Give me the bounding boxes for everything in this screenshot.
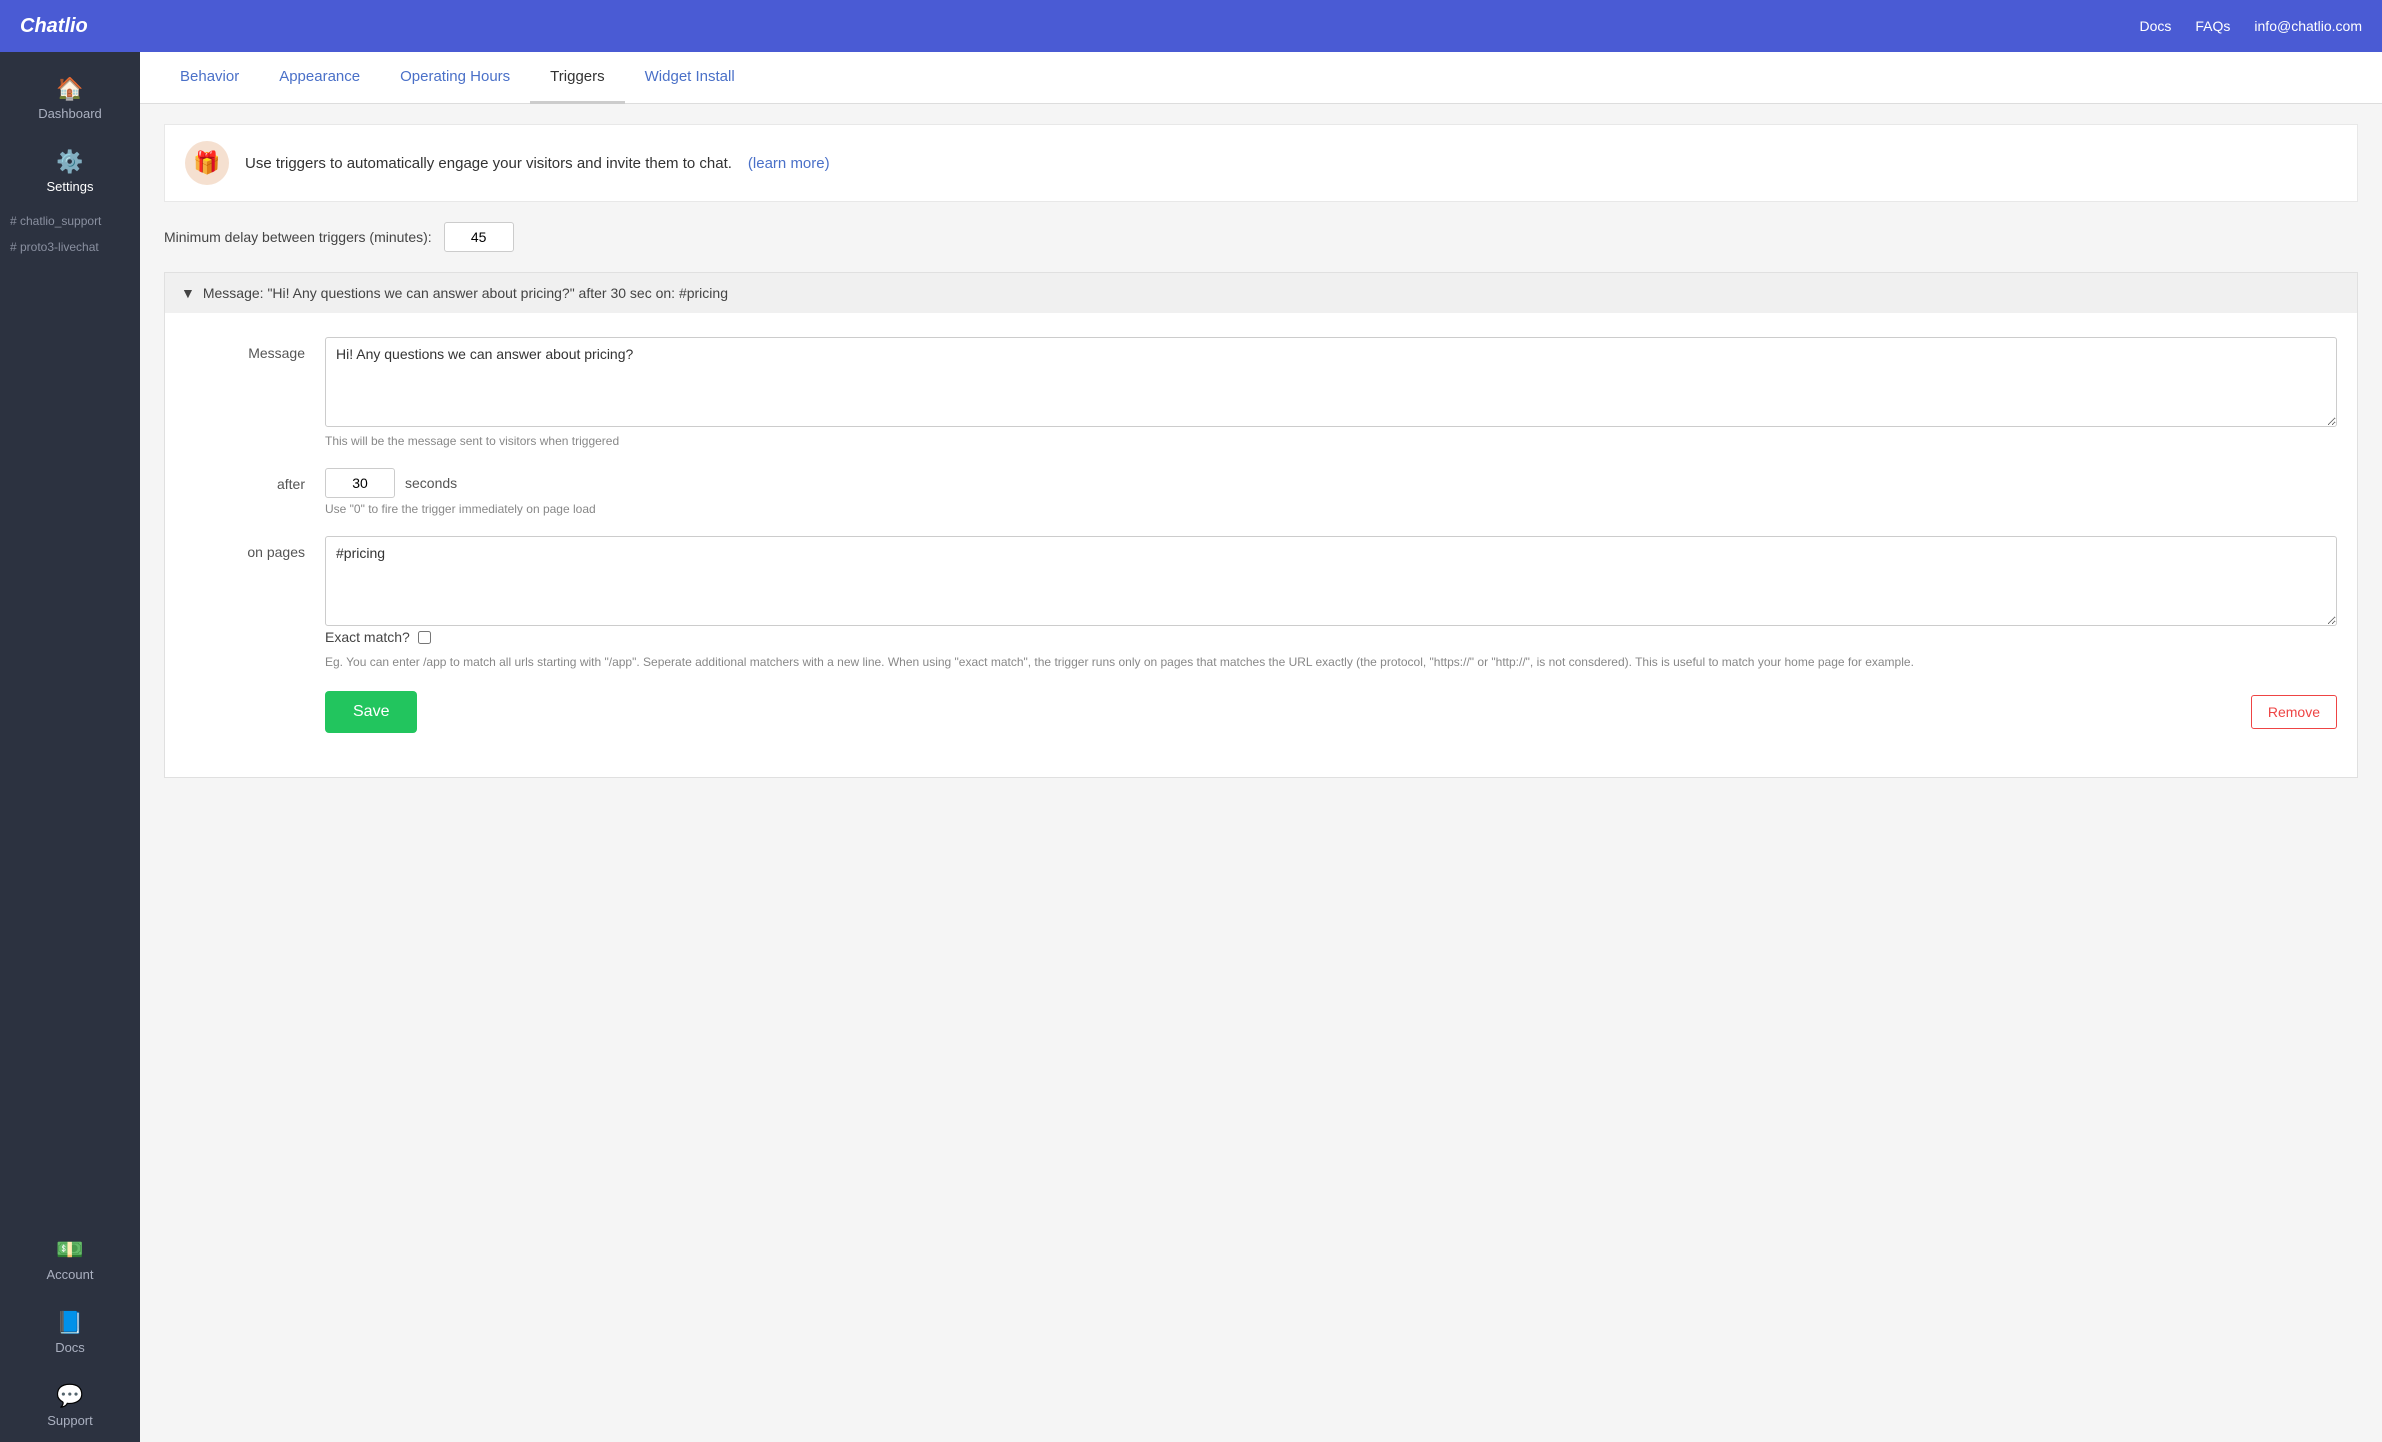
message-control: Hi! Any questions we can answer about pr… — [325, 337, 2337, 448]
sidebar-item-docs-label: Docs — [55, 1340, 85, 1355]
account-icon: 💵 — [56, 1237, 83, 1263]
dashboard-icon: 🏠 — [56, 76, 83, 102]
sidebar: 🏠 Dashboard ⚙️ Settings # chatlio_suppor… — [0, 52, 140, 1442]
remove-button[interactable]: Remove — [2251, 695, 2337, 729]
logo: Chatlio — [20, 15, 88, 38]
on-pages-control: #pricing Exact match? Eg. You can enter … — [325, 536, 2337, 733]
sidebar-item-settings[interactable]: ⚙️ Settings — [0, 135, 140, 208]
on-pages-textarea[interactable]: #pricing — [325, 536, 2337, 626]
top-nav-links: Docs FAQs info@chatlio.com — [2139, 18, 2362, 34]
after-hint: Use "0" to fire the trigger immediately … — [325, 502, 2337, 516]
sidebar-item-account[interactable]: 💵 Account — [0, 1223, 140, 1296]
save-button[interactable]: Save — [325, 691, 417, 733]
on-pages-label: on pages — [185, 536, 305, 733]
content-area: 🎁 Use triggers to automatically engage y… — [140, 104, 2382, 798]
docs-link[interactable]: Docs — [2139, 18, 2171, 34]
delay-row: Minimum delay between triggers (minutes)… — [164, 222, 2358, 252]
trigger-body: Message Hi! Any questions we can answer … — [165, 313, 2357, 777]
sidebar-channel-support[interactable]: # chatlio_support — [0, 208, 140, 234]
email-link[interactable]: info@chatlio.com — [2254, 18, 2362, 34]
on-pages-row: on pages #pricing Exact match? Eg. You c… — [185, 536, 2337, 733]
message-hint: This will be the message sent to visitor… — [325, 434, 2337, 448]
tabs-bar: Behavior Appearance Operating Hours Trig… — [140, 52, 2382, 104]
collapse-icon: ▼ — [181, 285, 195, 301]
tab-behavior[interactable]: Behavior — [160, 52, 259, 104]
main-layout: 🏠 Dashboard ⚙️ Settings # chatlio_suppor… — [0, 52, 2382, 1442]
sidebar-item-docs[interactable]: 📘 Docs — [0, 1296, 140, 1369]
exact-match-checkbox[interactable] — [418, 631, 431, 644]
faqs-link[interactable]: FAQs — [2195, 18, 2230, 34]
eg-text: Eg. You can enter /app to match all urls… — [325, 653, 2337, 671]
tab-appearance[interactable]: Appearance — [259, 52, 380, 104]
sidebar-item-account-label: Account — [47, 1267, 94, 1282]
support-icon: 💬 — [56, 1383, 83, 1409]
trigger-card: ▼ Message: "Hi! Any questions we can ans… — [164, 272, 2358, 778]
top-nav: Chatlio Docs FAQs info@chatlio.com — [0, 0, 2382, 52]
sidebar-item-support-label: Support — [47, 1413, 93, 1428]
learn-more-link[interactable]: (learn more) — [748, 155, 830, 172]
after-row: after seconds Use "0" to fire the trigge… — [185, 468, 2337, 516]
exact-match-row: Exact match? — [325, 629, 2337, 645]
trigger-header-text: Message: "Hi! Any questions we can answe… — [203, 285, 728, 301]
message-row: Message Hi! Any questions we can answer … — [185, 337, 2337, 448]
delay-input[interactable] — [444, 222, 514, 252]
after-control: seconds Use "0" to fire the trigger imme… — [325, 468, 2337, 516]
seconds-label: seconds — [405, 475, 457, 491]
tab-operating-hours[interactable]: Operating Hours — [380, 52, 530, 104]
info-banner: 🎁 Use triggers to automatically engage y… — [164, 124, 2358, 202]
exact-match-label: Exact match? — [325, 629, 410, 645]
sidebar-item-support[interactable]: 💬 Support — [0, 1369, 140, 1442]
message-textarea[interactable]: Hi! Any questions we can answer about pr… — [325, 337, 2337, 427]
gift-icon: 🎁 — [185, 141, 229, 185]
tab-triggers[interactable]: Triggers — [530, 52, 624, 104]
after-input[interactable] — [325, 468, 395, 498]
sidebar-item-dashboard-label: Dashboard — [38, 106, 102, 121]
sidebar-item-dashboard[interactable]: 🏠 Dashboard — [0, 62, 140, 135]
docs-icon: 📘 — [56, 1310, 83, 1336]
sidebar-channel-proto3[interactable]: # proto3-livechat — [0, 234, 140, 260]
after-label: after — [185, 468, 305, 516]
message-label: Message — [185, 337, 305, 448]
button-row: Save Remove — [325, 691, 2337, 733]
delay-label: Minimum delay between triggers (minutes)… — [164, 229, 432, 245]
after-input-row: seconds — [325, 468, 2337, 498]
trigger-header[interactable]: ▼ Message: "Hi! Any questions we can ans… — [165, 273, 2357, 313]
main-content: Behavior Appearance Operating Hours Trig… — [140, 52, 2382, 1442]
tab-widget-install[interactable]: Widget Install — [625, 52, 755, 104]
info-banner-text: Use triggers to automatically engage you… — [245, 155, 732, 172]
sidebar-item-settings-label: Settings — [47, 179, 94, 194]
settings-icon: ⚙️ — [56, 149, 83, 175]
